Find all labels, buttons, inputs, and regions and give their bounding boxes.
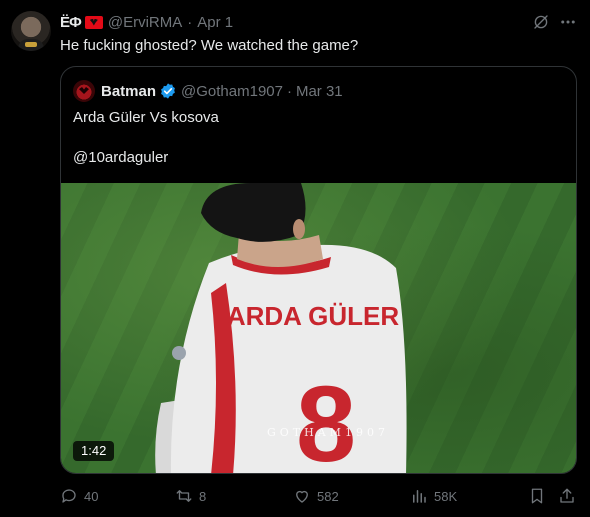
video-player[interactable]: ARDA GÜLER 8 GOTHAM1907 1:42 [61,183,576,474]
views-button[interactable]: 58K [410,484,457,508]
like-count: 582 [317,488,339,504]
like-icon [296,490,308,503]
views-icon [413,490,426,503]
quoted-tweet[interactable]: Batman @Gotham1907 · Mar 31 Arda Güler V… [60,66,577,474]
video-duration: 1:42 [73,441,115,461]
repost-count: 8 [199,488,207,504]
quote-display-name[interactable]: Batman [101,83,156,100]
display-name[interactable]: ЁФ [60,14,103,31]
more-icon[interactable] [559,13,577,31]
quote-avatar[interactable] [73,80,95,102]
bookmark-icon[interactable] [528,487,546,505]
player-shirt [170,244,407,473]
grok-icon[interactable] [532,13,550,31]
quote-header: Batman @Gotham1907 · Mar 31 [73,80,343,102]
reply-count: 40 [84,488,99,504]
like-button[interactable]: 582 [293,484,339,508]
player-hair [201,183,306,242]
avatar-stripe [25,42,37,47]
quote-date[interactable]: Mar 31 [296,83,343,100]
quote-mention[interactable]: @10ardaguler [73,148,168,168]
turkey-flag-icon [84,15,103,29]
jersey-number: 8 [296,363,356,474]
reply-button[interactable]: 40 [60,484,98,508]
video-watermark: GOTHAM1907 [267,426,389,439]
tweet-text: He fucking ghosted? We watched the game? [60,37,359,54]
verified-icon [161,83,175,99]
repost-icon [176,490,192,502]
action-bar: 40 8 582 58K [0,484,590,508]
quote-handle[interactable]: @Gotham1907 [181,83,283,100]
display-name-glyphs: ЁФ [60,13,82,31]
shirt-badge [172,346,186,360]
jersey-name: ARDA GÜLER [227,301,400,331]
tweet-header: ЁФ @ErviRMA · Apr 1 [60,12,233,32]
user-handle[interactable]: @ErviRMA [108,14,182,31]
views-count: 58K [434,488,458,504]
repost-button[interactable]: 8 [175,484,206,508]
reply-icon [62,489,76,503]
quote-text-line: Arda Güler Vs kosova [73,109,219,126]
share-icon[interactable] [558,487,576,505]
quote-separator: · [286,82,292,100]
user-avatar[interactable] [11,11,51,51]
player-ear [293,219,305,239]
tweet-date[interactable]: Apr 1 [197,14,233,31]
meta-separator: · [187,13,193,31]
